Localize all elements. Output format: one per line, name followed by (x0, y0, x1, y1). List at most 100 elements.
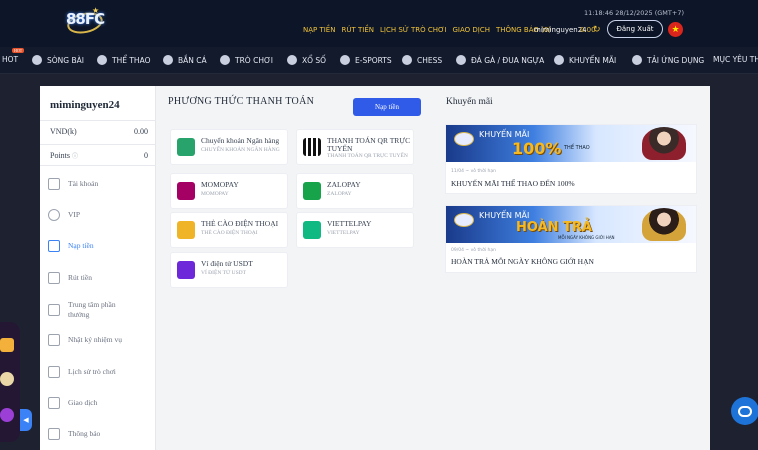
sidebar-item-label: Rút tiền (68, 273, 92, 282)
sidebar-item-rewards[interactable]: Trung tâm phần thưởng (48, 300, 138, 320)
qr-icon (303, 138, 321, 156)
logout-button[interactable]: Đăng Xuất (607, 20, 663, 38)
deposit-button[interactable]: Nạp tiền (353, 98, 421, 116)
sidebar-item-notifications[interactable]: Thông báo (48, 428, 138, 440)
nav-chess[interactable]: CHESS (402, 55, 442, 65)
soccer-ball-icon (97, 55, 107, 65)
promo-banner-sports: KHUYẾN MÃI 100% THỂ THAO (446, 125, 696, 162)
nav-games[interactable]: TRÒ CHƠI (220, 55, 273, 65)
payment-method-name: Ví điện tử USDT (201, 259, 253, 268)
sidebar-item-missions[interactable]: Nhật ký nhiệm vụ (48, 334, 138, 346)
payment-method-momo[interactable]: MOMOPAY MOMOPAY (170, 173, 288, 209)
payment-methods-title: PHƯƠNG THỨC THANH TOÁN (168, 96, 315, 107)
sidebar-item-vip[interactable]: VIP (48, 209, 138, 221)
nav-esports[interactable]: E-SPORTS (340, 55, 392, 65)
history-icon (48, 366, 60, 378)
site-logo[interactable]: 88FC ★ (65, 6, 106, 38)
payment-method-name: ZALOPAY (327, 180, 361, 189)
lucky-wheel-icon[interactable] (0, 408, 14, 422)
chat-support-button[interactable] (731, 397, 758, 425)
payment-method-bank[interactable]: Chuyển khoản Ngân hàng CHUYỂN KHOẢN NGÂN… (170, 129, 288, 165)
refresh-icon[interactable]: ↻ (593, 24, 601, 35)
payment-method-qr[interactable]: THANH TOÁN QR TRỰC TUYẾN THANH TOÁN QR T… (296, 129, 414, 165)
currency-row: VND(k) 0.00 (40, 120, 156, 142)
payment-method-sub: THANH TOÁN QR TRỰC TUYẾN (327, 153, 408, 159)
payment-method-name: THANH TOÁN QR TRỰC TUYẾN (327, 136, 411, 153)
phone-icon (632, 55, 642, 65)
account-page: miminguyen24 VND(k) 0.00 Points ⓘ 0 Tài … (40, 86, 710, 450)
nav-casino[interactable]: SÒNG BÀI (32, 55, 84, 65)
payment-method-sub: THẺ CÀO ĐIỆN THOẠI (201, 230, 258, 236)
withdraw-icon (48, 272, 60, 284)
datetime: 11:18:46 28/12/2025 (GMT+7) (583, 9, 684, 17)
sidebar-item-account[interactable]: Tài khoản (48, 178, 138, 190)
payment-method-usdt[interactable]: Ví điện tử USDT VÍ ĐIỆN TỬ USDT (170, 252, 288, 288)
info-icon[interactable]: ⓘ (72, 154, 78, 160)
nav-cockfight-racing[interactable]: ĐÁ GÀ / ĐUA NGỰA (456, 55, 544, 65)
nav-download-app[interactable]: TẢI ỨNG DỤNG (632, 55, 704, 65)
currency-value: 0.00 (134, 127, 148, 136)
user-icon (48, 178, 60, 190)
nav-sports[interactable]: THỂ THAO (97, 55, 150, 65)
collapse-arrow-icon[interactable]: ◀ (20, 409, 32, 431)
nav-games-label: TRÒ CHƠI (235, 55, 274, 65)
promo-name: KHUYẾN MÃI THỂ THAO ĐẾN 100% (451, 179, 575, 188)
points-row: Points ⓘ 0 (40, 144, 156, 166)
sidebar-item-label: VIP (68, 210, 81, 219)
sidebar-item-label: Giao dịch (68, 398, 98, 407)
nav-favorites[interactable]: MỤC YÊU TH (713, 55, 758, 64)
promo-card-rebate[interactable]: KHUYẾN MÃI HOÀN TRẢ MỖI NGÀY KHÔNG GIỚI … (445, 205, 697, 273)
promo-banner-headline: 100% (512, 139, 562, 158)
hot-badge: HOT (12, 48, 25, 53)
payment-method-zalopay[interactable]: ZALOPAY ZALOPAY (296, 173, 414, 209)
promotions-title: Khuyến mãi (446, 97, 493, 107)
promo-banner-kind: KHUYẾN MÃI (479, 130, 530, 139)
calendar-icon[interactable] (0, 338, 14, 352)
viettelpay-icon (303, 221, 321, 239)
promo-meta: 09/04 ~ vô thời hạn (451, 248, 496, 253)
nav-hot[interactable]: HOT (2, 55, 18, 64)
vietnam-flag-icon[interactable]: ★ (668, 22, 683, 37)
topnav-deposit[interactable]: NẠP TIỀN (303, 26, 335, 34)
nav-fishing[interactable]: BẮN CÁ (163, 55, 207, 65)
vip-icon (48, 209, 60, 221)
header-username[interactable]: miminguyen24 (534, 26, 587, 34)
promo-name: HOÀN TRẢ MỖI NGÀY KHÔNG GIỚI HẠN (451, 257, 594, 266)
promo-meta: 11/04 ~ vô thời hạn (451, 169, 496, 174)
payment-method-sub: VÍ ĐIỆN TỬ USDT (201, 270, 246, 276)
nav-lottery[interactable]: XỔ SỐ (287, 55, 326, 65)
top-header: 88FC ★ 11:18:46 28/12/2025 (GMT+7) NẠP T… (0, 0, 758, 47)
nav-hot-label: HOT (2, 55, 19, 64)
promo-logo-icon (454, 132, 474, 146)
payment-method-sub: CHUYỂN KHOẢN NGÂN HÀNG (201, 147, 280, 153)
nav-promotions[interactable]: KHUYẾN MÃI (554, 55, 616, 65)
payment-method-name: THẺ CÀO ĐIỆN THOẠI (201, 219, 279, 228)
sidebar-item-deposit[interactable]: Nạp tiền (48, 240, 138, 252)
payment-method-name: MOMOPAY (201, 180, 239, 189)
clipboard-icon (48, 334, 60, 346)
sidebar-item-label: Nạp tiền (68, 241, 94, 250)
transaction-icon (48, 397, 60, 409)
floating-promo-panel[interactable] (0, 322, 20, 442)
sidebar-item-label: Lịch sử trò chơi (68, 367, 116, 376)
character-icon[interactable] (0, 372, 14, 386)
topnav-transactions[interactable]: GIAO DỊCH (452, 26, 490, 34)
promo-logo-icon (454, 213, 474, 227)
sidebar-item-game-history[interactable]: Lịch sử trò chơi (48, 366, 138, 378)
reward-icon (48, 304, 60, 316)
deposit-content: PHƯƠNG THỨC THANH TOÁN Nạp tiền Chuyển k… (158, 86, 710, 450)
promo-card-sports[interactable]: KHUYẾN MÃI 100% THỂ THAO 11/04 ~ vô thời… (445, 124, 697, 194)
nav-lottery-label: XỔ SỐ (302, 55, 327, 65)
topnav-game-history[interactable]: LỊCH SỬ TRÒ CHƠI (380, 26, 447, 34)
sidebar-item-withdraw[interactable]: Rút tiền (48, 272, 138, 284)
nav-sports-label: THỂ THAO (112, 55, 151, 65)
payment-method-phone-card[interactable]: THẺ CÀO ĐIỆN THOẠI THẺ CÀO ĐIỆN THOẠI (170, 212, 288, 248)
topnav-withdraw[interactable]: RÚT TIỀN (341, 26, 374, 34)
payment-method-name: Chuyển khoản Ngân hàng (201, 136, 280, 145)
currency-label: VND(k) (50, 127, 77, 136)
payment-method-viettelpay[interactable]: VIETTELPAY VIETTELPAY (296, 212, 414, 248)
lottery-ball-icon (287, 55, 297, 65)
sidebar-item-transactions[interactable]: Giao dịch (48, 397, 138, 409)
nav-promotions-label: KHUYẾN MÃI (569, 55, 617, 65)
promo-banner-kind: KHUYẾN MÃI (479, 211, 530, 220)
